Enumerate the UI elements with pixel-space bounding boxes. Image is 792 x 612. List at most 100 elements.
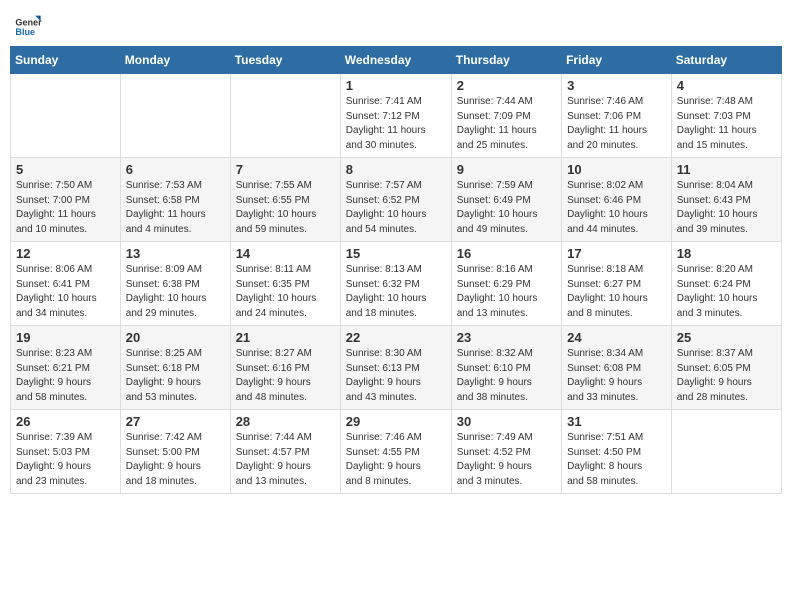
cell-content: Sunrise: 7:55 AM Sunset: 6:55 PM Dayligh… [236,180,317,235]
cell-content: Sunrise: 7:44 AM Sunset: 7:09 PM Dayligh… [457,96,537,151]
cell-content: Sunrise: 8:32 AM Sunset: 6:10 PM Dayligh… [457,348,533,403]
calendar-cell [671,410,781,494]
page-header: General Blue [10,10,782,38]
day-number: 30 [457,414,556,429]
cell-content: Sunrise: 7:48 AM Sunset: 7:03 PM Dayligh… [677,96,757,151]
calendar-cell: 20 Sunrise: 8:25 AM Sunset: 6:18 PM Dayli… [120,326,230,410]
calendar-cell: 25 Sunrise: 8:37 AM Sunset: 6:05 PM Dayli… [671,326,781,410]
calendar-cell: 4 Sunrise: 7:48 AM Sunset: 7:03 PM Daylig… [671,74,781,158]
day-number: 29 [346,414,446,429]
day-number: 17 [567,246,666,261]
calendar-cell: 11Sunrise: 8:04 AM Sunset: 6:43 PM Dayli… [671,158,781,242]
cell-content: Sunrise: 7:57 AM Sunset: 6:52 PM Dayligh… [346,180,427,235]
cell-content: Sunrise: 7:49 AM Sunset: 4:52 PM Dayligh… [457,432,533,487]
calendar-cell: 12 Sunrise: 8:06 AM Sunset: 6:41 PM Dayli… [11,242,121,326]
day-number: 20 [126,330,225,345]
day-number: 26 [16,414,115,429]
calendar-header-sunday: Sunday [11,47,121,74]
day-number: 5 [16,162,115,177]
cell-content: Sunrise: 7:46 AM Sunset: 7:06 PM Dayligh… [567,96,647,151]
day-number: 10 [567,162,666,177]
calendar-cell: 9 Sunrise: 7:59 AM Sunset: 6:49 PM Daylig… [451,158,561,242]
day-number: 13 [126,246,225,261]
day-number: 6 [126,162,225,177]
cell-content: Sunrise: 7:53 AM Sunset: 6:58 PM Dayligh… [126,180,206,235]
day-number: 31 [567,414,666,429]
svg-text:General: General [15,17,42,27]
cell-content: Sunrise: 8:13 AM Sunset: 6:32 PM Dayligh… [346,264,427,319]
calendar-cell: 22 Sunrise: 8:30 AM Sunset: 6:13 PM Dayli… [340,326,451,410]
cell-content: Sunrise: 8:06 AM Sunset: 6:41 PM Dayligh… [16,264,97,319]
calendar-header-tuesday: Tuesday [230,47,340,74]
cell-content: Sunrise: 8:20 AM Sunset: 6:24 PM Dayligh… [677,264,758,319]
day-number: 28 [236,414,335,429]
cell-content: Sunrise: 7:51 AM Sunset: 4:50 PM Dayligh… [567,432,643,487]
cell-content: Sunrise: 8:23 AM Sunset: 6:21 PM Dayligh… [16,348,92,403]
day-number: 18 [677,246,776,261]
day-number: 21 [236,330,335,345]
cell-content: Sunrise: 7:44 AM Sunset: 4:57 PM Dayligh… [236,432,312,487]
calendar-cell: 3 Sunrise: 7:46 AM Sunset: 7:06 PM Daylig… [562,74,672,158]
day-number: 19 [16,330,115,345]
day-number: 1 [346,78,446,93]
day-number: 27 [126,414,225,429]
day-number: 16 [457,246,556,261]
calendar-cell: 1 Sunrise: 7:41 AM Sunset: 7:12 PM Daylig… [340,74,451,158]
day-number: 12 [16,246,115,261]
logo-icon: General Blue [14,10,42,38]
calendar-cell [230,74,340,158]
calendar-cell [120,74,230,158]
calendar-header-saturday: Saturday [671,47,781,74]
calendar-week-row: 1 Sunrise: 7:41 AM Sunset: 7:12 PM Daylig… [11,74,782,158]
calendar-header-friday: Friday [562,47,672,74]
calendar-week-row: 26 Sunrise: 7:39 AM Sunset: 5:03 PM Dayli… [11,410,782,494]
cell-content: Sunrise: 8:16 AM Sunset: 6:29 PM Dayligh… [457,264,538,319]
day-number: 22 [346,330,446,345]
cell-content: Sunrise: 7:59 AM Sunset: 6:49 PM Dayligh… [457,180,538,235]
cell-content: Sunrise: 7:41 AM Sunset: 7:12 PM Dayligh… [346,96,426,151]
calendar-cell: 29Sunrise: 7:46 AM Sunset: 4:55 PM Dayli… [340,410,451,494]
logo: General Blue [14,10,42,38]
calendar-cell: 14Sunrise: 8:11 AM Sunset: 6:35 PM Dayli… [230,242,340,326]
cell-content: Sunrise: 8:09 AM Sunset: 6:38 PM Dayligh… [126,264,207,319]
cell-content: Sunrise: 8:02 AM Sunset: 6:46 PM Dayligh… [567,180,648,235]
cell-content: Sunrise: 8:30 AM Sunset: 6:13 PM Dayligh… [346,348,422,403]
calendar-header-thursday: Thursday [451,47,561,74]
cell-content: Sunrise: 8:27 AM Sunset: 6:16 PM Dayligh… [236,348,312,403]
calendar-cell: 2 Sunrise: 7:44 AM Sunset: 7:09 PM Daylig… [451,74,561,158]
cell-content: Sunrise: 7:42 AM Sunset: 5:00 PM Dayligh… [126,432,202,487]
calendar-cell: 19 Sunrise: 8:23 AM Sunset: 6:21 PM Dayli… [11,326,121,410]
calendar-cell: 28 Sunrise: 7:44 AM Sunset: 4:57 PM Dayli… [230,410,340,494]
day-number: 11 [677,162,776,177]
calendar-cell: 10 Sunrise: 8:02 AM Sunset: 6:46 PM Dayli… [562,158,672,242]
svg-text:Blue: Blue [15,27,35,37]
cell-content: Sunrise: 7:39 AM Sunset: 5:03 PM Dayligh… [16,432,92,487]
day-number: 25 [677,330,776,345]
cell-content: Sunrise: 8:37 AM Sunset: 6:05 PM Dayligh… [677,348,753,403]
cell-content: Sunrise: 8:25 AM Sunset: 6:18 PM Dayligh… [126,348,202,403]
day-number: 24 [567,330,666,345]
day-number: 3 [567,78,666,93]
calendar-week-row: 12 Sunrise: 8:06 AM Sunset: 6:41 PM Dayli… [11,242,782,326]
calendar-cell: 5 Sunrise: 7:50 AM Sunset: 7:00 PM Daylig… [11,158,121,242]
calendar-cell: 15Sunrise: 8:13 AM Sunset: 6:32 PM Dayli… [340,242,451,326]
calendar-cell: 6 Sunrise: 7:53 AM Sunset: 6:58 PM Daylig… [120,158,230,242]
calendar-cell: 23Sunrise: 8:32 AM Sunset: 6:10 PM Dayli… [451,326,561,410]
calendar-cell: 16 Sunrise: 8:16 AM Sunset: 6:29 PM Dayli… [451,242,561,326]
cell-content: Sunrise: 8:34 AM Sunset: 6:08 PM Dayligh… [567,348,643,403]
calendar-cell: 24 Sunrise: 8:34 AM Sunset: 6:08 PM Dayli… [562,326,672,410]
day-number: 8 [346,162,446,177]
day-number: 7 [236,162,335,177]
day-number: 4 [677,78,776,93]
calendar-header-monday: Monday [120,47,230,74]
day-number: 2 [457,78,556,93]
calendar-header-wednesday: Wednesday [340,47,451,74]
calendar-table: SundayMondayTuesdayWednesdayThursdayFrid… [10,46,782,494]
day-number: 9 [457,162,556,177]
calendar-week-row: 19 Sunrise: 8:23 AM Sunset: 6:21 PM Dayli… [11,326,782,410]
cell-content: Sunrise: 8:11 AM Sunset: 6:35 PM Dayligh… [236,264,317,319]
calendar-cell: 18 Sunrise: 8:20 AM Sunset: 6:24 PM Dayli… [671,242,781,326]
cell-content: Sunrise: 7:50 AM Sunset: 7:00 PM Dayligh… [16,180,96,235]
calendar-cell: 30 Sunrise: 7:49 AM Sunset: 4:52 PM Dayli… [451,410,561,494]
calendar-week-row: 5 Sunrise: 7:50 AM Sunset: 7:00 PM Daylig… [11,158,782,242]
